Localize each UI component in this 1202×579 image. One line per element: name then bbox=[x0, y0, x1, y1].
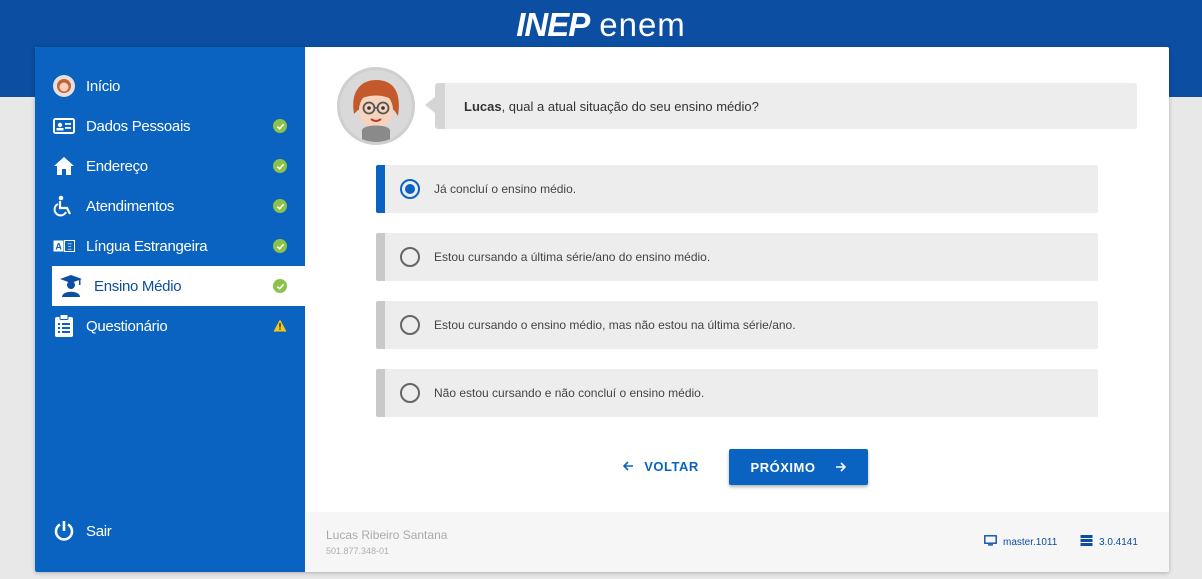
check-icon bbox=[273, 159, 287, 173]
answer-option-label: Estou cursando a última série/ano do ens… bbox=[434, 250, 711, 264]
question-text: Lucas, qual a atual situação do seu ensi… bbox=[464, 99, 759, 114]
translate-icon: AΞ bbox=[52, 235, 76, 257]
assistant-avatar bbox=[337, 67, 415, 145]
answer-option-label: Estou cursando o ensino médio, mas não e… bbox=[434, 318, 796, 332]
main-content: Lucas, qual a atual situação do seu ensi… bbox=[305, 47, 1169, 572]
question-body: , qual a atual situação do seu ensino mé… bbox=[501, 98, 759, 114]
sidebar-item-dados-pessoais[interactable]: Dados Pessoais bbox=[35, 106, 305, 146]
check-icon bbox=[273, 199, 287, 213]
sidebar-item-label: Dados Pessoais bbox=[86, 117, 191, 135]
id-card-icon bbox=[52, 115, 76, 137]
check-icon bbox=[273, 239, 287, 253]
back-button[interactable]: VOLTAR bbox=[623, 451, 699, 481]
logout-label: Sair bbox=[86, 522, 112, 540]
graduate-icon bbox=[59, 275, 83, 297]
sidebar-item-label: Língua Estrangeira bbox=[86, 237, 208, 255]
sidebar-item-atendimentos[interactable]: Atendimentos bbox=[35, 186, 305, 226]
footer: Lucas Ribeiro Santana 501.877.348-01 mas… bbox=[305, 512, 1169, 572]
logout-button[interactable]: Sair bbox=[35, 511, 305, 551]
sidebar-item-label: Ensino Médio bbox=[94, 277, 182, 295]
logo-inep: INEP bbox=[516, 6, 590, 43]
arrow-left-icon bbox=[623, 459, 634, 474]
inep-enem-logo: INEP enem bbox=[0, 6, 1202, 44]
next-button-label: PRÓXIMO bbox=[750, 459, 816, 475]
user-first-name: Lucas bbox=[464, 98, 502, 114]
check-icon bbox=[273, 279, 287, 293]
radio-button[interactable] bbox=[400, 315, 420, 335]
answer-option-label: Não estou cursando e não concluí o ensin… bbox=[434, 386, 705, 400]
check-icon bbox=[273, 119, 287, 133]
monitor-icon bbox=[984, 535, 997, 549]
sidebar-item-ensino-medio[interactable]: Ensino Médio bbox=[52, 266, 305, 306]
sidebar-item-label: Início bbox=[86, 77, 121, 95]
sidebar-item-endereco[interactable]: Endereço bbox=[35, 146, 305, 186]
sidebar: Início Dados Pessoais Endereço Atendimen… bbox=[35, 47, 305, 572]
sidebar-item-inicio[interactable]: Início bbox=[35, 66, 305, 106]
main-card: Início Dados Pessoais Endereço Atendimen… bbox=[35, 47, 1169, 572]
radio-button[interactable] bbox=[400, 383, 420, 403]
question-bubble: Lucas, qual a atual situação do seu ensi… bbox=[425, 83, 1137, 129]
radio-button[interactable] bbox=[400, 247, 420, 267]
user-cpf: 501.877.348-01 bbox=[326, 546, 390, 556]
user-full-name: Lucas Ribeiro Santana bbox=[326, 528, 448, 542]
sidebar-item-label: Atendimentos bbox=[86, 197, 175, 215]
answer-option-label: Já concluí o ensino médio. bbox=[434, 182, 577, 196]
sidebar-item-label: Endereço bbox=[86, 157, 148, 175]
sidebar-item-questionario[interactable]: Questionário bbox=[35, 306, 305, 346]
radio-button-selected[interactable] bbox=[400, 179, 420, 199]
answer-option[interactable]: Estou cursando o ensino médio, mas não e… bbox=[376, 301, 1098, 349]
power-icon bbox=[52, 520, 76, 542]
svg-text:A: A bbox=[55, 242, 62, 252]
user-avatar-icon bbox=[52, 75, 76, 97]
version-text: 3.0.4141 bbox=[1099, 536, 1138, 548]
sidebar-item-label: Questionário bbox=[86, 317, 168, 335]
branch-text: master.1011 bbox=[1003, 536, 1058, 548]
logo-enem: enem bbox=[599, 6, 686, 43]
sidebar-item-lingua-estrangeira[interactable]: AΞ Língua Estrangeira bbox=[35, 226, 305, 266]
clipboard-icon bbox=[52, 314, 76, 337]
version-info: 3.0.4141 bbox=[1080, 535, 1138, 549]
svg-text:Ξ: Ξ bbox=[67, 243, 72, 252]
answer-option[interactable]: Não estou cursando e não concluí o ensin… bbox=[376, 369, 1098, 417]
home-icon bbox=[52, 155, 76, 177]
back-button-label: VOLTAR bbox=[644, 458, 699, 474]
server-icon bbox=[1080, 535, 1093, 549]
branch-info: master.1011 bbox=[984, 535, 1057, 549]
warning-icon bbox=[273, 319, 287, 333]
next-button[interactable]: PRÓXIMO bbox=[729, 449, 868, 485]
answer-option[interactable]: Já concluí o ensino médio. bbox=[376, 165, 1098, 213]
answer-option[interactable]: Estou cursando a última série/ano do ens… bbox=[376, 233, 1098, 281]
wheelchair-icon bbox=[52, 195, 76, 217]
arrow-right-icon bbox=[835, 460, 847, 475]
